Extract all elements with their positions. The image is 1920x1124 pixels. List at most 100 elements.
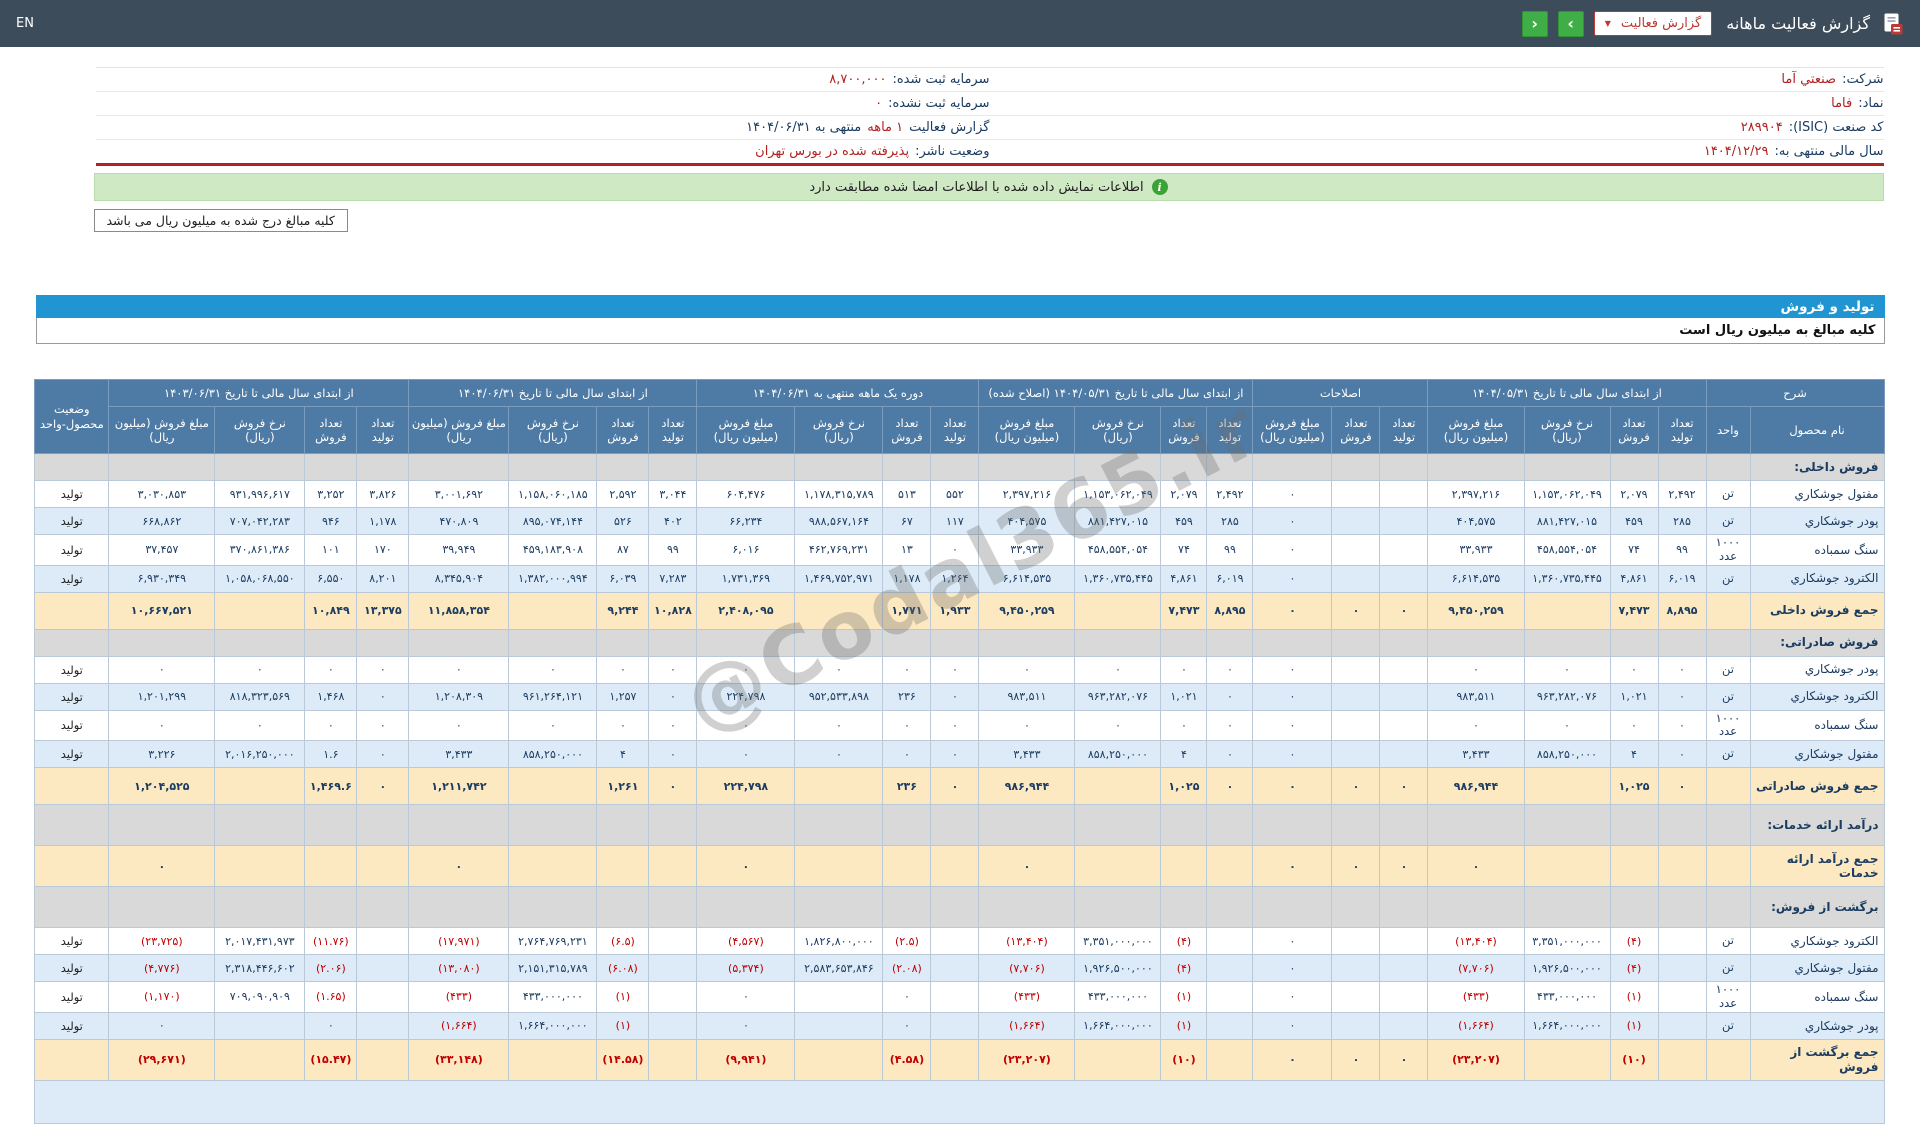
value-cell: ۰	[1331, 845, 1381, 888]
value-cell	[648, 845, 698, 888]
value-cell: ۰	[1427, 709, 1525, 742]
value-cell: ۰	[1074, 709, 1162, 742]
value-cell: ۹۸۳,۵۱۱	[1427, 682, 1525, 711]
col-subheader: نرخ فروش (ریال)	[1523, 406, 1611, 454]
total-row: جمع فروش صادراتی ۰ ۱,۰۲۵ ۹۸۶,۹۴۴ ۰ ۰ ۰ ۰ ۱,۰۲۵ ۹۸…	[34, 767, 1885, 806]
prev-report-button[interactable]: ‹	[1521, 10, 1548, 37]
unit-cell	[1705, 886, 1751, 929]
info-value: ۰	[875, 96, 883, 111]
col-subheader: تعداد فروش	[596, 406, 650, 454]
value-cell: ۰	[108, 655, 216, 684]
value-cell: (۱,۶۶۴)	[978, 1011, 1076, 1040]
value-cell: ۲۸۵	[1206, 507, 1254, 535]
value-cell: ۹۸۸,۵۶۷,۱۶۴	[794, 507, 884, 535]
value-cell: ۹,۴۵۰,۲۵۹	[978, 591, 1076, 630]
info-cell-left: سرمایه ثبت شده: ۸,۷۰۰,۰۰۰	[96, 72, 989, 87]
value-cell: ۱,۲۰۸,۳۰۹	[408, 682, 510, 711]
status-cell: تولید	[34, 480, 110, 508]
value-cell	[304, 453, 358, 481]
value-cell: ۷,۴۷۳	[1609, 591, 1659, 630]
value-cell: ۴۵۹	[1609, 507, 1659, 535]
value-cell: ۴۳۳,۰۰۰,۰۰۰	[1523, 981, 1611, 1013]
col-header-unit: واحد	[1705, 406, 1751, 454]
value-cell: ۱,۶۶۴,۰۰۰,۰۰۰	[1523, 1011, 1611, 1040]
table-row	[34, 1079, 1885, 1124]
next-report-button[interactable]: ›	[1557, 10, 1584, 37]
value-cell	[1074, 453, 1162, 481]
value-cell: ۲,۳۱۸,۴۴۶,۶۰۲	[214, 954, 306, 983]
value-cell: ۰	[508, 655, 598, 684]
value-cell: ۳,۴۳۳	[408, 740, 510, 769]
value-cell	[648, 981, 698, 1013]
value-cell: ۰	[508, 709, 598, 742]
value-cell: ۶۷	[882, 507, 932, 535]
info-label: کد صنعت (ISIC):	[1788, 120, 1884, 135]
value-cell: ۱۱,۸۵۸,۳۵۴	[408, 591, 510, 630]
product-name-cell: درآمد ارائه خدمات:	[1749, 804, 1885, 847]
value-cell: ۹۵۲,۵۳۳,۸۹۸	[794, 682, 884, 711]
value-cell	[508, 591, 598, 630]
value-cell: ۰	[1252, 534, 1333, 566]
unit-cell: تن	[1705, 507, 1751, 535]
value-cell	[508, 453, 598, 481]
value-cell: ۰	[1252, 767, 1333, 806]
value-cell: (۱۱.۷۶)	[304, 927, 358, 956]
value-cell: ۰	[1427, 845, 1525, 888]
value-cell	[1074, 628, 1162, 657]
col-subheader: تعداد فروش	[1160, 406, 1208, 454]
col-subheader: مبلغ فروش (میلیون ریال)	[1252, 406, 1333, 454]
value-cell	[304, 804, 358, 847]
value-cell: ۰	[356, 655, 410, 684]
value-cell: ۸,۳۴۵,۹۰۴	[408, 564, 510, 593]
value-cell	[356, 628, 410, 657]
value-cell	[1331, 453, 1381, 481]
value-cell: ۰	[648, 709, 698, 742]
report-type-dropdown[interactable]: گزارش فعالیت ▼	[1593, 11, 1713, 36]
value-cell: (۹,۹۴۱)	[696, 1038, 796, 1081]
value-cell: (۱۴.۵۸)	[596, 1038, 650, 1081]
col-subheader: مبلغ فروش (میلیون ریال)	[408, 406, 510, 454]
section-row: برگشت از فروش:	[34, 886, 1885, 929]
value-cell: ۳,۰۳۰,۸۵۳	[108, 480, 216, 508]
value-cell: ۳,۰۴۴	[648, 480, 698, 508]
value-cell	[1331, 740, 1381, 769]
value-cell: ۲,۰۱۶,۲۵۰,۰۰۰	[214, 740, 306, 769]
value-cell: ۳۷۰,۸۶۱,۳۸۶	[214, 534, 306, 566]
value-cell	[108, 886, 216, 929]
value-cell	[1379, 1011, 1429, 1040]
value-cell: ۱,۳۶۰,۷۳۵,۴۴۵	[1074, 564, 1162, 593]
value-cell	[1331, 886, 1381, 929]
value-cell	[508, 845, 598, 888]
value-cell: (۱)	[1160, 981, 1208, 1013]
status-cell: تولید	[34, 682, 110, 711]
value-cell: ۴۳۳,۰۰۰,۰۰۰	[508, 981, 598, 1013]
value-cell: ۰	[1609, 655, 1659, 684]
value-cell: ۰	[930, 655, 980, 684]
value-cell	[214, 591, 306, 630]
product-name-cell: مفتول جوشکاري	[1749, 740, 1885, 769]
value-cell	[696, 886, 796, 929]
unit-cell	[1705, 1038, 1751, 1081]
col-subheader: مبلغ فروش (میلیون ریال)	[696, 406, 796, 454]
value-cell: ۰	[356, 767, 410, 806]
section-row: فروش صادراتی:	[34, 628, 1885, 657]
value-cell: ۰	[108, 1011, 216, 1040]
status-cell: تولید	[34, 740, 110, 769]
value-cell: ۹۳۱,۹۹۶,۶۱۷	[214, 480, 306, 508]
value-cell	[108, 453, 216, 481]
signature-notice-text: اطلاعات نمایش داده شده با اطلاعات امضا ش…	[809, 179, 1144, 195]
value-cell: (۴)	[1160, 927, 1208, 956]
value-cell: ۷,۲۸۳	[648, 564, 698, 593]
table-row: مفتول جوشکاري تن (۴) ۱,۹۲۶,۵۰۰,۰۰۰ (۷,۷۰۶) ۰(…	[34, 954, 1885, 983]
value-cell: ۹۶۳,۲۸۲,۰۷۶	[1523, 682, 1611, 711]
product-name-cell: پودر جوشکاري	[1749, 655, 1885, 684]
language-switch[interactable]: EN	[16, 16, 34, 31]
value-cell: ۰	[1331, 591, 1381, 630]
value-cell: ۹۸۶,۹۴۴	[1427, 767, 1525, 806]
value-cell	[1427, 453, 1525, 481]
value-cell	[1379, 927, 1429, 956]
value-cell: ۰	[1657, 709, 1707, 742]
value-cell	[356, 1038, 410, 1081]
value-cell: ۱,۴۶۸	[304, 682, 358, 711]
amounts-note-box: کلیه مبالغ درج شده به میلیون ریال می باش…	[93, 209, 348, 232]
